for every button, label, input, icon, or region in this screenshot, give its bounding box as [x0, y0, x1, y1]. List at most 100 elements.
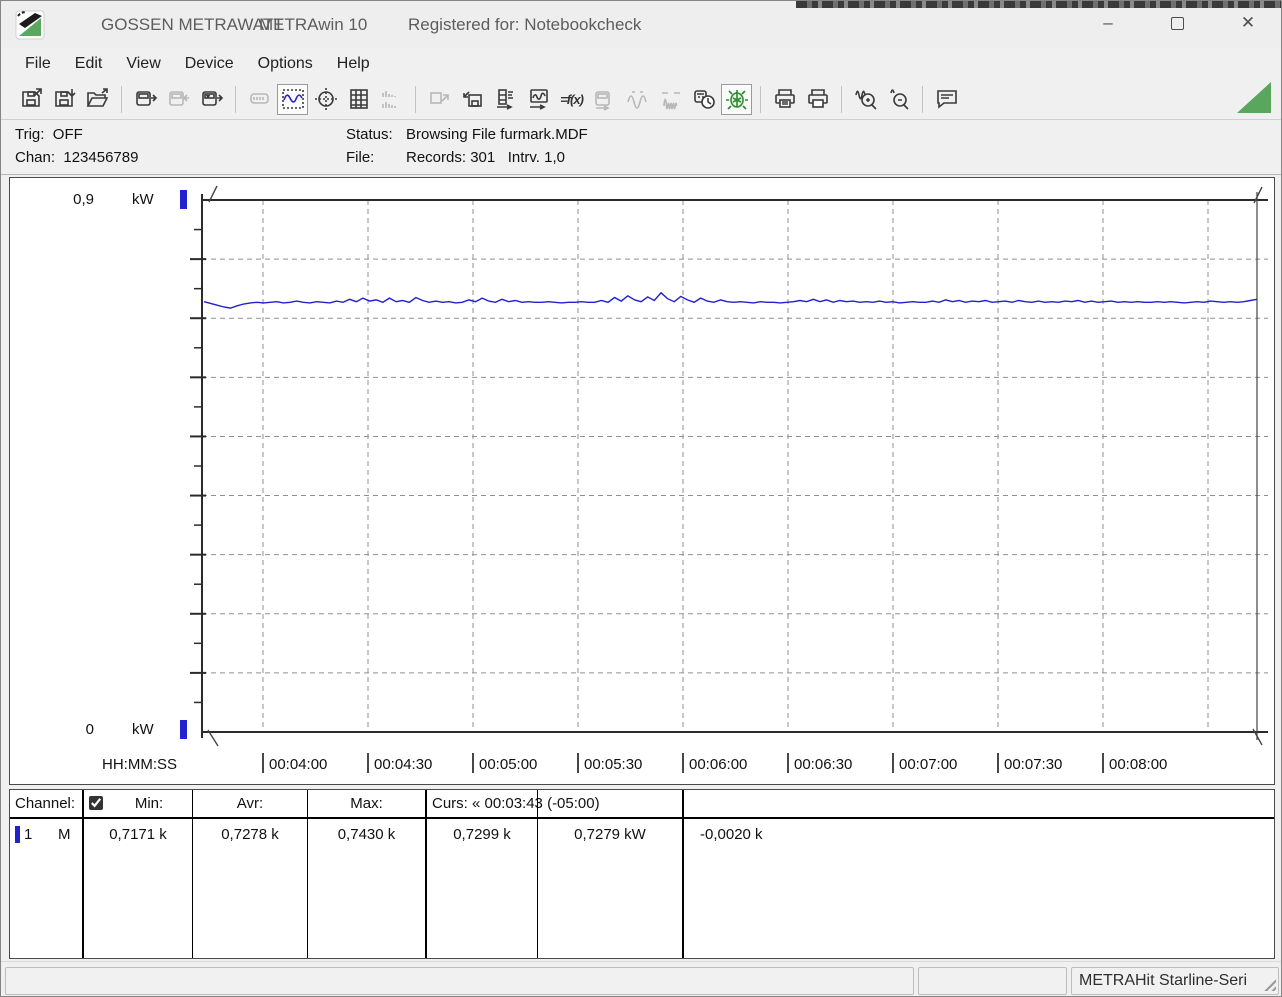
col-header-cursor: Curs: « 00:03:43 (-05:00)	[432, 795, 600, 812]
cursor2-value: 0,7279 kW	[538, 826, 682, 843]
wave-cursor-icon	[622, 84, 653, 115]
x-tick-label: 00:04:00	[269, 756, 327, 773]
menu-file[interactable]: File	[13, 52, 63, 76]
statusbar-extra-panel	[918, 967, 1067, 995]
time-settings-icon[interactable]	[688, 84, 719, 115]
col-header-avr: Avr:	[193, 795, 307, 812]
print-icon[interactable]	[802, 84, 833, 115]
chart-panel: 00:04:00 00:04:30 00:05:00 00:05:30 00:06:00…	[9, 177, 1275, 785]
table-divider	[307, 790, 308, 958]
chart-plot-area[interactable]: 00:04:00 00:04:30 00:05:00 00:05:30 00:06:00…	[10, 178, 1274, 784]
pulse-view-icon	[655, 84, 686, 115]
x-tick-label: 00:06:00	[689, 756, 747, 773]
app-window: GOSSEN METRAWATT METRAwin 10 Registered …	[0, 0, 1282, 997]
menu-options[interactable]: Options	[246, 52, 325, 76]
menu-help[interactable]: Help	[325, 52, 382, 76]
y-axis-min-label: 0	[58, 721, 94, 738]
green-corner-triangle-icon	[1237, 82, 1271, 113]
file-transfer-icon	[424, 84, 455, 115]
numeric-display-icon	[244, 84, 275, 115]
toolbar-separator	[415, 86, 416, 113]
x-tick-label: 00:06:30	[794, 756, 852, 773]
status-value: Browsing File furmark.MDF	[406, 126, 588, 143]
status-label: Status:	[346, 126, 393, 143]
channel1-axis-marker-bottom	[180, 720, 187, 739]
x-tick-label: 00:05:30	[584, 756, 642, 773]
y-axis-min-unit: kW	[132, 721, 154, 738]
menu-edit[interactable]: Edit	[63, 52, 115, 76]
save-file-icon[interactable]	[16, 84, 47, 115]
formula-icon[interactable]: =f(x)	[556, 84, 587, 115]
maximize-button[interactable]	[1154, 1, 1200, 45]
toolbar-separator	[121, 86, 122, 113]
yt-chart-icon[interactable]	[277, 84, 308, 115]
channel-status: Chan: 123456789	[15, 149, 138, 166]
channel-visible-checkbox[interactable]	[89, 796, 103, 810]
toolbar-separator	[841, 86, 842, 113]
col-header-min: Min:	[106, 795, 192, 812]
read-device-memory-icon[interactable]	[196, 84, 227, 115]
y-axis-max-unit: kW	[132, 191, 154, 208]
x-tick-label: 00:07:00	[899, 756, 957, 773]
min-value: 0,7171 k	[84, 826, 192, 843]
print-preview-icon[interactable]	[769, 84, 800, 115]
brand-title: GOSSEN METRAWATT	[101, 15, 284, 35]
table-view-icon[interactable]	[343, 84, 374, 115]
col-header-max: Max:	[308, 795, 425, 812]
close-button[interactable]: ✕	[1225, 1, 1271, 45]
title-bar: GOSSEN METRAWATT METRAwin 10 Registered …	[1, 1, 1281, 48]
app-title: METRAwin 10	[259, 15, 367, 35]
xy-chart-icon[interactable]	[310, 84, 341, 115]
col-header-channel: Channel:	[15, 795, 75, 812]
menu-bar: File Edit View Device Options Help	[1, 48, 1281, 79]
x-axis-format-label: HH:MM:SS	[102, 756, 177, 773]
file-label: File:	[346, 149, 374, 166]
cursor-delta-value: -0,0020 k	[700, 826, 763, 843]
toolbar-separator	[760, 86, 761, 113]
menu-device[interactable]: Device	[173, 52, 246, 76]
device-values-icon[interactable]	[490, 84, 521, 115]
file-value: Records: 301 Intrv. 1,0	[406, 149, 565, 166]
store-to-device-icon[interactable]	[457, 84, 488, 115]
toolbar-separator	[922, 86, 923, 113]
x-tick-label: 00:08:00	[1109, 756, 1167, 773]
table-divider	[425, 790, 427, 958]
status-bar: METRAHit Starline-Seri	[1, 961, 1281, 997]
histogram-icon	[376, 84, 407, 115]
channel-number: 1	[24, 826, 32, 843]
max-value: 0,7430 k	[308, 826, 425, 843]
toolbar-separator	[235, 86, 236, 113]
gossen-metrawatt-logo-icon	[15, 10, 45, 40]
menu-view[interactable]: View	[114, 52, 172, 76]
read-from-device-icon[interactable]	[130, 84, 161, 115]
table-header-divider	[10, 817, 1274, 819]
info-bar: Trig: OFF Chan: 123456789 Status: Browsi…	[1, 120, 1281, 175]
channel-mode: M	[58, 826, 71, 843]
save-file-as-icon[interactable]	[49, 84, 80, 115]
device-config-icon	[589, 84, 620, 115]
table-divider	[192, 790, 193, 958]
toolbar: =f(x)	[1, 79, 1281, 120]
debug-bug-icon[interactable]	[721, 84, 752, 115]
trigger-status: Trig: OFF	[15, 126, 83, 143]
registered-label: Registered for: Notebookcheck	[408, 15, 641, 35]
connected-device-label: METRAHit Starline-Seri	[1079, 972, 1247, 990]
channel1-axis-marker-top	[180, 190, 187, 209]
table-divider	[682, 790, 684, 958]
open-file-icon[interactable]	[82, 84, 113, 115]
resize-grip[interactable]	[1261, 976, 1276, 991]
avr-value: 0,7278 k	[193, 826, 307, 843]
zoom-out-icon[interactable]	[883, 84, 914, 115]
maximize-icon	[1171, 17, 1184, 30]
comment-icon[interactable]	[931, 84, 962, 115]
statusbar-message-panel	[5, 967, 914, 995]
minimize-button[interactable]: –	[1085, 1, 1131, 45]
channel1-data-line	[204, 293, 1257, 308]
background-window-edge	[796, 1, 1282, 8]
zoom-in-icon[interactable]	[850, 84, 881, 115]
x-tick-label: 00:04:30	[374, 756, 432, 773]
table-divider	[537, 790, 538, 958]
statusbar-device-panel: METRAHit Starline-Seri	[1071, 967, 1279, 995]
device-monitor-icon[interactable]	[523, 84, 554, 115]
x-tick-label: 00:05:00	[479, 756, 537, 773]
